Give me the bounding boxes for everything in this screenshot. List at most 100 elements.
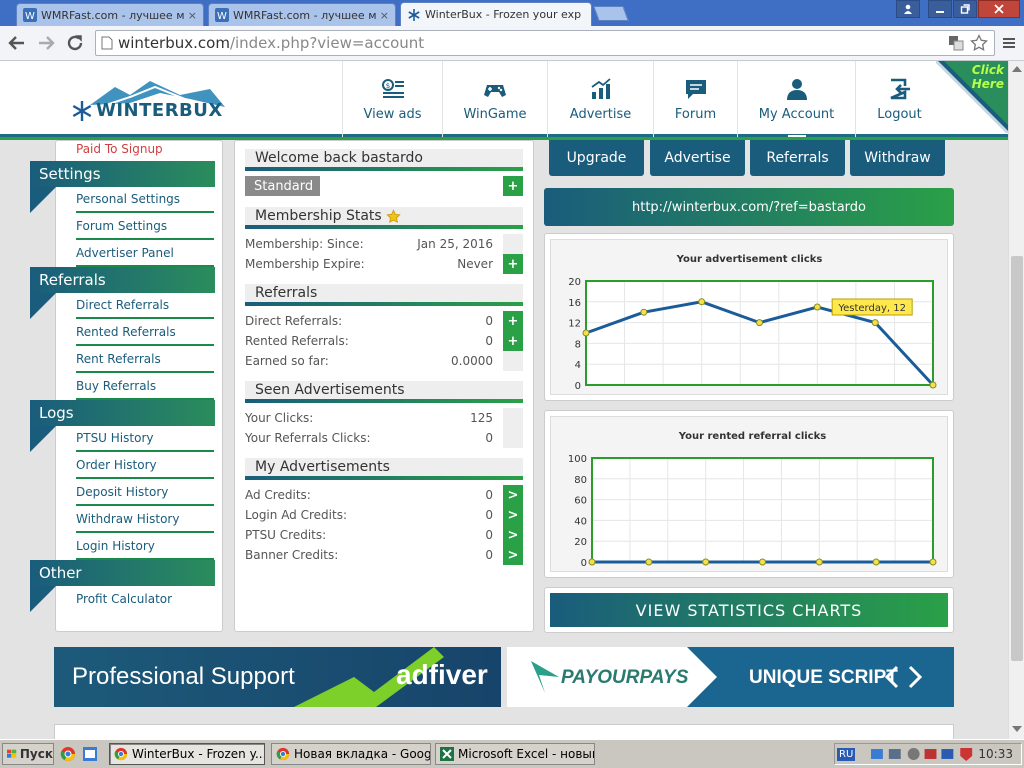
referral-link[interactable]: http://winterbux.com/?ref=bastardo [544, 188, 954, 226]
data-point [756, 319, 763, 327]
forward-button[interactable] [35, 33, 57, 53]
taskbar-item-winterbux[interactable]: WinterBux - Frozen y... [109, 743, 265, 765]
restore-window-button[interactable] [953, 0, 977, 18]
ad-credits-value: 0 [485, 488, 493, 502]
tab-title: WinterBux - Frozen your exp [425, 8, 582, 21]
advertise-button[interactable]: Advertise [650, 140, 745, 176]
chrome-quicklaunch-icon[interactable] [60, 746, 76, 762]
translate-icon[interactable] [948, 35, 964, 51]
bird-logo-icon [531, 661, 559, 693]
nav-label: View ads [363, 106, 422, 122]
sidebar-item-forum-settings[interactable]: Forum Settings [76, 214, 214, 240]
y-tick-label: 20 [574, 537, 587, 548]
sidebar-item-paid-to-signup[interactable]: Paid To Signup [76, 141, 214, 157]
rented-referrals-plus-button[interactable]: + [503, 331, 523, 351]
star-icon[interactable] [970, 34, 988, 52]
nav-logout[interactable]: Logout [855, 61, 943, 137]
referral-clicks-row: Your Referrals Clicks: 0 [245, 428, 523, 448]
site-header: WINTERBUX $ View ads WinGame Advertise F… [0, 61, 1024, 140]
browser-tab-wmrfast-1[interactable]: W WMRFast.com - лучшее мес × [16, 3, 204, 26]
footer-strip [54, 724, 954, 740]
nav-label: My Account [758, 106, 835, 122]
sidebar-item-rent-referrals[interactable]: Rent Referrals [76, 347, 214, 373]
payourpays-banner[interactable]: PAYOURPAYS UNIQUE SCRIPT [507, 647, 954, 707]
nav-label: Advertise [569, 106, 632, 122]
browser-tab-wmrfast-2[interactable]: W WMRFast.com - лучшее мес × [208, 3, 396, 26]
nav-forum[interactable]: Forum [653, 61, 737, 137]
start-button[interactable]: Пуск [2, 743, 54, 765]
banner-unique-script: UNIQUE SCRIPT [749, 667, 898, 688]
nav-label: WinGame [463, 106, 527, 122]
sidebar-item-direct-referrals[interactable]: Direct Referrals [76, 293, 214, 319]
upgrade-plus-button[interactable]: + [503, 176, 523, 196]
earned-value: 0.0000 [451, 354, 493, 368]
nav-my-account[interactable]: My Account [737, 61, 855, 140]
banner-credits-arrow-button[interactable]: > [503, 545, 523, 565]
withdraw-button[interactable]: Withdraw [850, 140, 945, 176]
new-tab-button[interactable] [593, 6, 629, 21]
sidebar-item-login-history[interactable]: Login History [76, 534, 214, 560]
sidebar-item-profit-calculator[interactable]: Profit Calculator [76, 586, 214, 612]
nav-view-ads[interactable]: $ View ads [342, 61, 442, 137]
ptsu-credits-arrow-button[interactable]: > [503, 525, 523, 545]
winterbux-logo[interactable]: WINTERBUX [70, 77, 230, 125]
page-scrollbar[interactable] [1008, 61, 1024, 739]
taskbar-item-excel[interactable]: Microsoft Excel - новый ... [435, 743, 595, 765]
ptsu-credits-value: 0 [485, 528, 493, 542]
sidebar-section-logs: Logs [30, 400, 215, 452]
reload-icon [67, 35, 83, 51]
seen-ads-heading: Seen Advertisements [245, 381, 523, 403]
data-point [929, 558, 937, 566]
taskbar-item-new-tab[interactable]: Новая вкладка - Google... [271, 743, 431, 765]
scroll-up-icon[interactable] [1012, 65, 1022, 73]
sidebar-section-settings: Settings [30, 161, 215, 213]
dollar-list-icon: $ [381, 78, 404, 98]
data-point [871, 319, 879, 327]
nav-wingame[interactable]: WinGame [442, 61, 547, 137]
sidebar-item-buy-referrals[interactable]: Buy Referrals [76, 374, 214, 400]
scrollbar-thumb[interactable] [1011, 256, 1023, 661]
url-path: /index.php?view=account [229, 34, 425, 52]
adfiver-banner[interactable]: Professional Support adfiver [54, 647, 501, 707]
extend-plus-button[interactable]: + [503, 254, 523, 274]
banner-payourpays: PAYOURPAYS [561, 667, 689, 688]
explorer-quicklaunch-icon[interactable] [82, 746, 98, 762]
sidebar-item-ptsu-history[interactable]: PTSU History [76, 426, 214, 452]
user-icon[interactable] [896, 0, 920, 18]
banner-credits-row: Banner Credits: 0 > [245, 545, 523, 565]
sidebar-item-personal-settings[interactable]: Personal Settings [76, 187, 214, 213]
reload-button[interactable] [64, 33, 86, 53]
menu-button[interactable] [998, 33, 1020, 53]
ad-credits-arrow-button[interactable]: > [503, 485, 523, 505]
account-summary: Welcome back bastardo Standard + Members… [234, 140, 534, 632]
referrals-button[interactable]: Referrals [750, 140, 845, 176]
minimize-window-button[interactable] [928, 0, 952, 18]
direct-referrals-plus-button[interactable]: + [503, 311, 523, 331]
sidebar-item-advertiser-panel[interactable]: Advertiser Panel [76, 241, 214, 267]
browser-tab-winterbux[interactable]: WinterBux - Frozen your exp [400, 2, 592, 26]
scroll-down-icon[interactable] [1012, 725, 1022, 733]
referrals-heading: Referrals [245, 284, 523, 306]
view-statistics-charts-button[interactable]: VIEW STATISTICS CHARTS [544, 587, 954, 633]
language-indicator[interactable]: RU [837, 747, 856, 761]
click-here-corner[interactable]: Click Here [934, 59, 1010, 135]
data-point [588, 558, 596, 566]
sidebar-item-order-history[interactable]: Order History [76, 453, 214, 479]
close-icon[interactable]: × [188, 9, 197, 22]
ad-clicks-chart: Your advertisement clicks 0 4 8 12 16 20 Yester… [568, 254, 937, 392]
login-ad-credits-arrow-button[interactable]: > [503, 505, 523, 525]
your-clicks-value: 125 [470, 411, 493, 425]
close-icon[interactable]: × [380, 9, 389, 22]
sidebar-item-rented-referrals[interactable]: Rented Referrals [76, 320, 214, 346]
tray-icons[interactable] [869, 746, 978, 762]
address-bar[interactable]: winterbux.com/index.php?view=account [95, 30, 995, 56]
data-point [582, 329, 590, 337]
upgrade-button[interactable]: Upgrade [549, 140, 644, 176]
close-window-button[interactable] [978, 0, 1020, 18]
nav-advertise[interactable]: Advertise [547, 61, 653, 137]
back-button[interactable] [6, 33, 28, 53]
sidebar-item-withdraw-history[interactable]: Withdraw History [76, 507, 214, 533]
svg-text:W: W [25, 11, 35, 22]
system-tray: RU 10:33 [834, 743, 1022, 765]
sidebar-item-deposit-history[interactable]: Deposit History [76, 480, 214, 506]
